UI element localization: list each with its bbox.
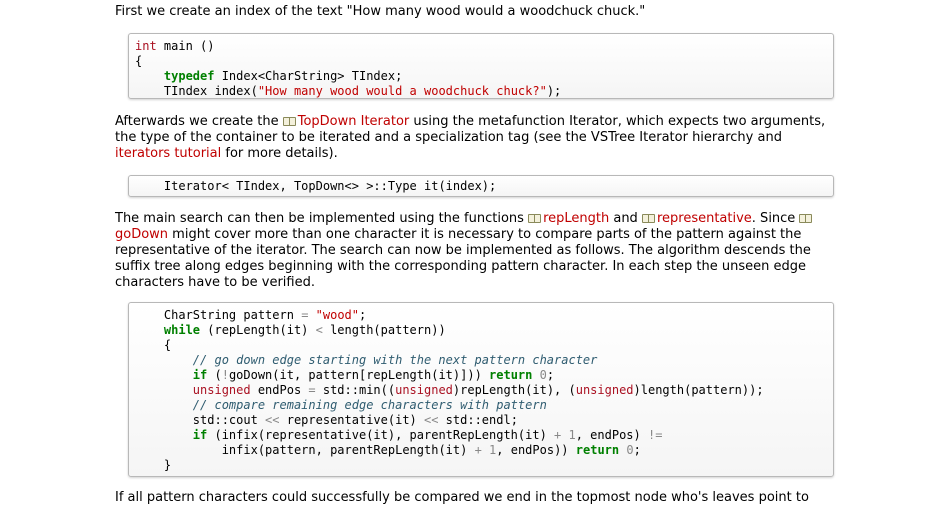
code-token: std::endl; xyxy=(438,413,518,427)
code-token: != xyxy=(647,428,663,442)
outro-paragraph: If all pattern characters could successf… xyxy=(115,490,809,505)
code-token: ); xyxy=(546,84,562,98)
code-token: ; xyxy=(359,308,367,322)
code-token: << xyxy=(265,413,280,427)
code-token: ! xyxy=(221,368,229,382)
code-line: { xyxy=(135,338,833,353)
code-token: // compare remaining edge characters wit… xyxy=(192,398,547,412)
code-token: unsigned xyxy=(575,383,634,397)
code-token: ( xyxy=(207,368,222,382)
code-token: , endPos)) xyxy=(496,443,576,457)
code-token: length(pattern)) xyxy=(322,323,446,337)
code-block-iterator: Iterator< TIndex, TopDown<> >::Type it(i… xyxy=(128,175,834,197)
code-token: << xyxy=(424,413,439,427)
code-line: Iterator< TIndex, TopDown<> >::Type it(i… xyxy=(135,179,833,194)
code-line: if (!goDown(it, pattern[repLength(it)]))… xyxy=(135,368,833,383)
iterator-paragraph: Afterwards we create the TopDown Iterato… xyxy=(115,114,840,162)
code-token: "wood" xyxy=(315,308,360,322)
code-token: ; xyxy=(633,443,641,457)
code-token: representative(it) xyxy=(279,413,424,427)
code-token: endPos xyxy=(250,383,309,397)
code-token: std::min(( xyxy=(315,383,396,397)
book-icon xyxy=(641,213,655,223)
code-line: if (infix(representative(it), parentRepL… xyxy=(135,428,833,443)
text-segment: . Since xyxy=(751,211,800,226)
code-token: } xyxy=(163,458,172,472)
code-token: int xyxy=(135,39,157,53)
code-token: return xyxy=(489,368,533,382)
code-token: { xyxy=(163,338,172,352)
code-token: TIndex index( xyxy=(163,84,258,98)
code-token: CharString pattern xyxy=(163,308,302,322)
code-line: { xyxy=(135,54,833,69)
code-line: typedef Index<CharString> TIndex; xyxy=(135,69,833,84)
code-token: 1 xyxy=(568,428,576,442)
text-segment: and xyxy=(609,211,642,226)
code-line: // go down edge starting with the next p… xyxy=(135,353,833,368)
godown-link[interactable]: goDown xyxy=(115,227,168,242)
iterators-tutorial-link[interactable]: iterators tutorial xyxy=(115,146,221,161)
code-line: int main () xyxy=(135,39,833,54)
code-token: // go down edge starting with the next p… xyxy=(192,353,598,367)
code-token: ; xyxy=(546,368,555,382)
code-token: if xyxy=(192,428,208,442)
book-icon xyxy=(282,116,296,126)
code-token: std::cout xyxy=(192,413,266,427)
code-token: )repLength(it), ( xyxy=(452,383,576,397)
code-token: < xyxy=(315,323,323,337)
code-token: typedef xyxy=(163,69,215,83)
code-block-main: int main (){ typedef Index<CharString> T… xyxy=(128,33,834,99)
code-line: std::cout << representative(it) << std::… xyxy=(135,413,833,428)
code-token: + xyxy=(474,443,482,457)
code-token: , endPos) xyxy=(575,428,648,442)
text-segment: might cover more than one character it i… xyxy=(115,227,811,290)
code-token: 0 xyxy=(626,443,634,457)
text-segment: for more details). xyxy=(221,146,338,161)
code-block-search: CharString pattern = "wood"; while (repL… xyxy=(128,302,834,477)
code-token: while xyxy=(163,323,201,337)
code-line: while (repLength(it) < length(pattern)) xyxy=(135,323,833,338)
code-line: TIndex index("How many wood would a wood… xyxy=(135,84,833,99)
search-paragraph: The main search can then be implemented … xyxy=(115,211,843,291)
text-segment: Afterwards we create the xyxy=(115,114,283,129)
book-icon xyxy=(528,213,542,223)
code-token: if xyxy=(192,368,208,382)
code-token: infix(pattern, parentRepLength(it) xyxy=(221,443,475,457)
intro-paragraph: First we create an index of the text "Ho… xyxy=(115,4,646,19)
code-token: Iterator< TIndex, TopDown<> >::Type it(i… xyxy=(163,179,497,193)
code-token: = xyxy=(308,383,316,397)
book-icon xyxy=(799,213,813,223)
code-token: goDown(it, pattern[repLength(it)])) xyxy=(228,368,490,382)
code-token: { xyxy=(135,54,143,68)
code-token: return xyxy=(575,443,620,457)
code-token: main () xyxy=(156,39,215,53)
code-token: 0 xyxy=(539,368,547,382)
code-line: // compare remaining edge characters wit… xyxy=(135,398,833,413)
text-segment: The main search can then be implemented … xyxy=(115,211,529,226)
code-token: (repLength(it) xyxy=(200,323,316,337)
code-line: CharString pattern = "wood"; xyxy=(135,308,833,323)
code-token: )length(pattern)); xyxy=(633,383,764,397)
replength-link[interactable]: repLength xyxy=(543,211,609,226)
representative-link[interactable]: representative xyxy=(657,211,752,226)
code-line: } xyxy=(135,458,833,473)
topdown-iterator-link[interactable]: TopDown Iterator xyxy=(298,114,410,129)
code-line: infix(pattern, parentRepLength(it) + 1, … xyxy=(135,443,833,458)
code-token: "How many wood would a woodchuck chuck?" xyxy=(257,84,547,98)
code-line: unsigned endPos = std::min((unsigned)rep… xyxy=(135,383,833,398)
code-token: unsigned xyxy=(395,383,453,397)
code-token: Index<CharString> TIndex; xyxy=(214,69,403,83)
code-token: (infix(representative(it), parentRepLeng… xyxy=(207,428,555,442)
code-token: unsigned xyxy=(192,383,251,397)
